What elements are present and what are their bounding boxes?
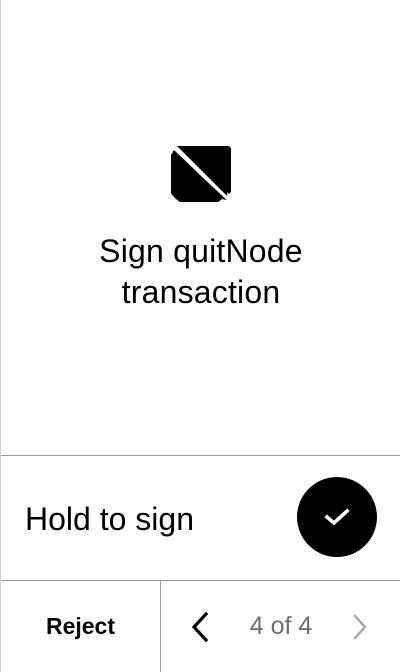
hold-to-sign-label: Hold to sign xyxy=(25,501,194,537)
hold-to-sign-button[interactable] xyxy=(297,477,377,557)
page-title: Sign quitNode transaction xyxy=(1,231,400,313)
footer-bar: Reject 4 of 4 xyxy=(1,580,400,672)
sign-review-screen: Sign quitNode transaction Hold to sign R… xyxy=(0,0,400,672)
transaction-summary: Sign quitNode transaction xyxy=(1,0,400,455)
chevron-right-icon[interactable] xyxy=(347,610,377,644)
ontology-logo-icon xyxy=(171,146,231,202)
hold-to-sign-row[interactable]: Hold to sign xyxy=(1,455,400,580)
title-line-1: Sign quitNode xyxy=(99,233,303,269)
title-line-2: transaction xyxy=(121,274,281,310)
check-icon xyxy=(324,508,350,526)
page-navigation: 4 of 4 xyxy=(161,581,400,672)
reject-button[interactable]: Reject xyxy=(1,581,161,672)
page-indicator: 4 of 4 xyxy=(249,612,313,640)
chevron-left-icon[interactable] xyxy=(187,610,217,644)
